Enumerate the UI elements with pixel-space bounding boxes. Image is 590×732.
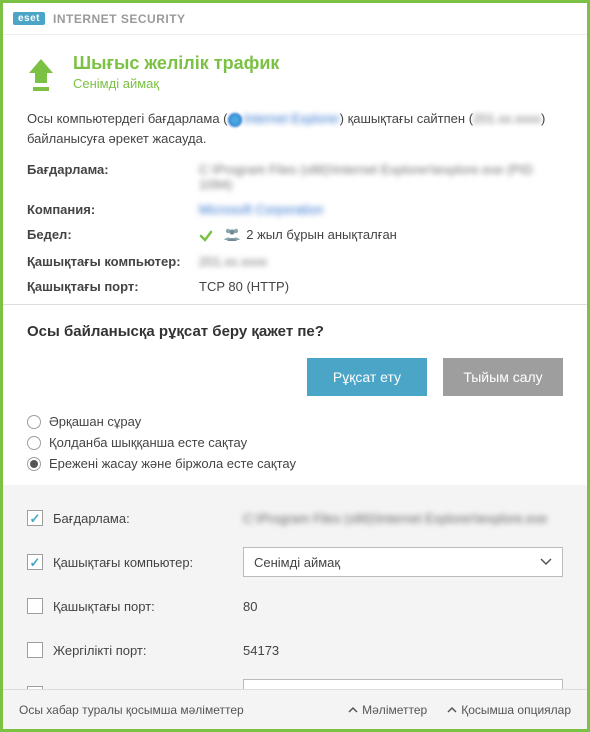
radio-icon (27, 457, 41, 471)
remote-port-value: TCP 80 (HTTP) (199, 279, 563, 294)
row-company: Компания: Microsoft Corporation (27, 202, 563, 217)
radio-label: Қолданба шыққанша есте сақтау (49, 435, 247, 450)
select-remote-computer[interactable]: Сенімді аймақ (243, 547, 563, 577)
details-toggle[interactable]: Мәліметтер (348, 703, 427, 717)
dialog-title: Шығыс желілік трафик (73, 53, 279, 74)
rule-remote-computer: Қашықтағы компьютер: Сенімді аймақ (27, 547, 563, 577)
deny-button[interactable]: Тыйым салу (443, 358, 563, 396)
rule-local-port-value: 54173 (243, 643, 563, 658)
chevron-down-icon (540, 558, 552, 566)
more-info-link[interactable]: Осы хабар туралы қосымша мәліметтер (19, 703, 244, 717)
dialog-header: Шығыс желілік трафик Сенімді аймақ (3, 35, 587, 109)
select-value: Сенімді аймақ (254, 555, 340, 570)
select-protocol[interactable]: TCP және UDP (243, 679, 563, 689)
blurred-company: Microsoft Corporation (199, 202, 323, 217)
dialog-content: Осы компьютердегі бағдарлама (Internet E… (3, 109, 587, 689)
checkbox-local-port[interactable] (27, 642, 43, 658)
chevron-up-icon (447, 706, 457, 714)
divider (3, 304, 587, 305)
radio-remember-until-exit[interactable]: Қолданба шыққанша есте сақтау (27, 435, 563, 450)
reputation-text: 2 жыл бұрын анықталған (246, 227, 397, 242)
row-application: Бағдарлама: C:\Program Files (x86)\Inter… (27, 162, 563, 192)
checkbox-remote-computer[interactable] (27, 554, 43, 570)
radio-icon (27, 436, 41, 450)
allow-button[interactable]: Рұқсат ету (307, 358, 427, 396)
eset-logo: eset (13, 12, 45, 25)
blurred-app-name: Internet Explorer (244, 109, 340, 129)
chevron-up-icon (348, 706, 358, 714)
rule-remote-port-value: 80 (243, 599, 563, 614)
rule-local-port: Жергілікті порт: 54173 (27, 635, 563, 665)
checkbox-application[interactable] (27, 510, 43, 526)
button-row: Рұқсат ету Тыйым салу (27, 358, 563, 396)
dialog-subtitle: Сенімді аймақ (73, 76, 279, 91)
ie-icon (228, 113, 242, 127)
radio-always-ask[interactable]: Әрқашан сұрау (27, 414, 563, 429)
intro-paragraph: Осы компьютердегі бағдарлама (Internet E… (27, 109, 563, 148)
rule-panel: Бағдарлама: C:\Program Files (x86)\Inter… (3, 485, 587, 689)
row-remote-port: Қашықтағы порт: TCP 80 (HTTP) (27, 279, 563, 294)
rule-protocol: Протокол: TCP және UDP (27, 679, 563, 689)
row-remote-computer: Қашықтағы компьютер: 201.xx.xxxx (27, 254, 563, 269)
outgoing-traffic-icon (27, 57, 55, 93)
titlebar: eset INTERNET SECURITY (3, 3, 587, 35)
blurred-remote-site: 201.xx.xxxx (473, 109, 541, 129)
radio-label: Әрқашан сұрау (49, 414, 141, 429)
product-name: INTERNET SECURITY (53, 12, 186, 26)
blurred-app-path: C:\Program Files (x86)\Internet Explorer… (199, 162, 563, 192)
radio-create-rule[interactable]: Ережені жасау және біржола есте сақтау (27, 456, 563, 471)
radio-icon (27, 415, 41, 429)
rule-application: Бағдарлама: C:\Program Files (x86)\Inter… (27, 503, 563, 533)
radio-label: Ережені жасау және біржола есте сақтау (49, 456, 296, 471)
dialog-footer: Осы хабар туралы қосымша мәліметтер Мәлі… (3, 689, 587, 729)
rule-remote-port: Қашықтағы порт: 80 (27, 591, 563, 621)
advanced-options-toggle[interactable]: Қосымша опциялар (447, 703, 571, 717)
prompt-question: Осы байланысқа рұқсат беру қажет пе? (27, 323, 563, 340)
blurred-rule-app: C:\Program Files (x86)\Internet Explorer… (243, 511, 547, 526)
blurred-remote-computer: 201.xx.xxxx (199, 254, 267, 269)
checkmark-icon (199, 227, 213, 242)
checkbox-remote-port[interactable] (27, 598, 43, 614)
row-reputation: Бедел: 2 жыл бұрын анықталған (27, 227, 563, 244)
community-icon (223, 227, 241, 244)
